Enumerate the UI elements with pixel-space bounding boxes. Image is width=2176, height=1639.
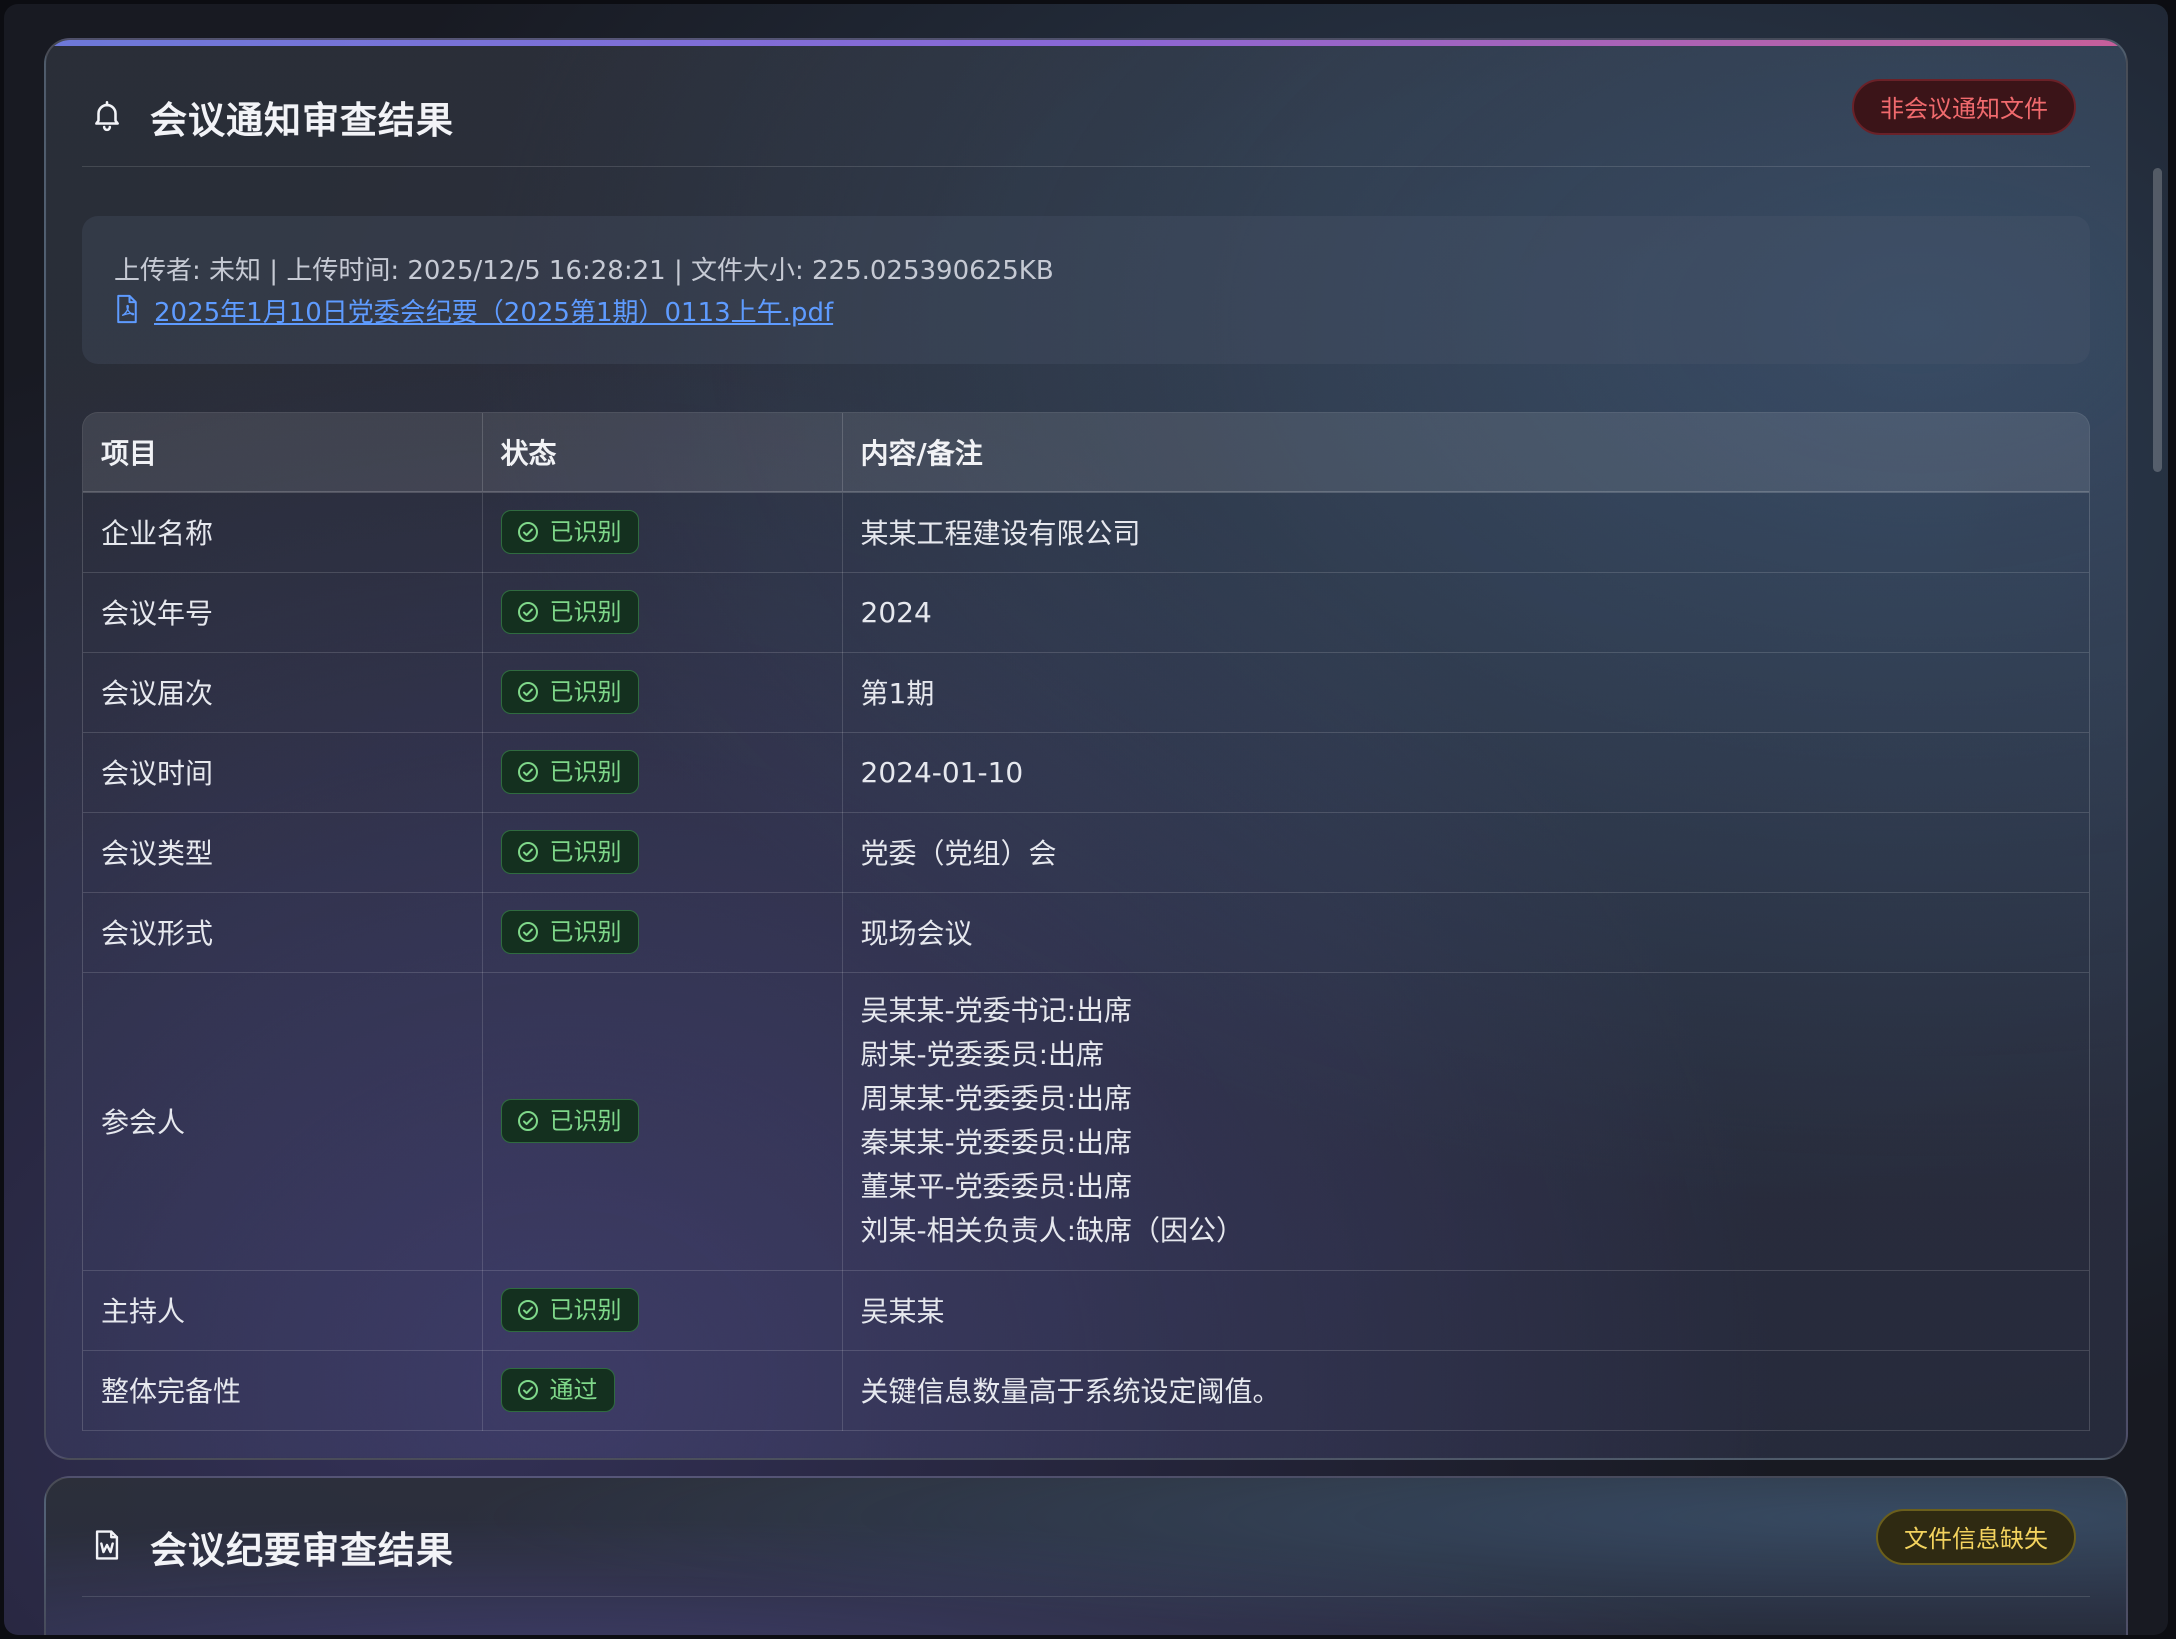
status-badge: 通过 [500,1368,615,1412]
notice-card-title: 会议通知审查结果 [150,99,454,142]
attendee-line: 刘某-相关负责人:缺席（因公） [860,1214,1245,1247]
non-notice-file-badge: 非会议通知文件 [1852,79,2076,135]
file-info-panel: 上传者: 未知 | 上传时间: 2025/12/5 16:28:21 | 文件大… [82,216,2090,364]
status-label: 已识别 [549,1296,622,1324]
notice-card-header: 会议通知审查结果 非会议通知文件 [82,78,2090,167]
item-cell: 参会人 [83,972,483,1271]
item-cell: 会议届次 [83,652,483,733]
column-header-content: 内容/备注 [842,413,2089,493]
minutes-review-card: 会议纪要审查结果 文件信息缺失 [44,1476,2128,1635]
status-label: 通过 [549,1376,598,1404]
attendee-line: 周某某-党委委员:出席 [860,1082,1133,1115]
content-cell: 2024 [842,572,2089,653]
status-badge: 已识别 [500,510,639,555]
status-label: 已识别 [549,598,622,626]
content-cell: 2024-01-10 [842,732,2089,813]
attendees-cell: 吴某某-党委书记:出席 尉某-党委委员:出席 周某某-党委委员:出席 秦某某-党… [842,972,2089,1271]
status-badge: 已识别 [500,830,639,874]
check-circle-icon [517,1111,538,1131]
attendee-line: 秦某某-党委委员:出席 [860,1126,1133,1159]
attendee-line: 董某平-党委委员:出席 [860,1170,1133,1203]
missing-file-info-badge: 文件信息缺失 [1876,1509,2076,1565]
status-label: 已识别 [549,678,622,706]
table-row: 主持人 已识别 吴某某 [83,1270,2089,1351]
status-cell: 已识别 [482,492,843,573]
content-cell: 现场会议 [842,892,2089,973]
check-circle-icon [517,522,538,543]
item-cell: 会议时间 [83,732,483,813]
status-cell: 通过 [482,1350,843,1431]
table-row: 会议届次 已识别 第1期 [83,652,2089,733]
pdf-file-icon [117,294,137,324]
check-circle-icon [517,922,538,942]
check-circle-icon [517,842,538,862]
review-table-wrapper: 项目 状态 内容/备注 企业名称 已识别 某某工程建设有限公司 会议年号 已识别… [82,412,2090,1431]
card-accent-bar [46,40,2126,46]
word-document-icon [95,1530,119,1560]
file-name-link[interactable]: 2025年1月10日党委会纪要（2025第1期）0113上午.pdf [154,292,833,329]
status-cell: 已识别 [482,892,843,973]
check-circle-icon [517,762,538,782]
content-cell: 吴某某 [842,1270,2089,1351]
content-cell: 第1期 [842,652,2089,733]
table-header-row: 项目 状态 内容/备注 [83,413,2089,493]
table-row: 会议类型 已识别 党委（党组）会 [83,812,2089,893]
item-cell: 主持人 [83,1270,483,1351]
status-cell: 已识别 [482,812,843,893]
content-cell: 关键信息数量高于系统设定阈值。 [842,1350,2089,1431]
status-badge: 已识别 [500,750,639,794]
item-cell: 会议年号 [83,572,483,653]
column-header-status: 状态 [482,413,843,493]
review-table: 项目 状态 内容/备注 企业名称 已识别 某某工程建设有限公司 会议年号 已识别… [83,413,2089,1431]
check-circle-icon [517,1380,538,1400]
attendee-line: 尉某-党委委员:出席 [860,1038,1105,1071]
check-circle-icon [517,682,538,702]
attendee-line: 吴某某-党委书记:出席 [860,994,1133,1027]
bell-icon [95,100,119,132]
status-label: 已识别 [549,838,622,866]
content-cell: 某某工程建设有限公司 [842,492,2089,573]
status-label: 已识别 [549,758,622,786]
item-cell: 会议类型 [83,812,483,893]
status-label: 已识别 [549,518,622,547]
status-badge: 已识别 [500,590,639,634]
check-circle-icon [517,602,538,622]
status-cell: 已识别 [482,972,843,1271]
file-meta-text: 上传者: 未知 | 上传时间: 2025/12/5 16:28:21 | 文件大… [114,256,1054,286]
content-cell: 党委（党组）会 [842,812,2089,893]
status-cell: 已识别 [482,732,843,813]
item-cell: 企业名称 [83,492,483,573]
column-header-item: 项目 [83,413,483,493]
status-badge: 已识别 [500,1288,639,1332]
status-badge: 已识别 [500,670,639,714]
status-cell: 已识别 [482,1270,843,1351]
table-row: 会议时间 已识别 2024-01-10 [83,732,2089,813]
notice-review-card: 会议通知审查结果 非会议通知文件 上传者: 未知 | 上传时间: 2025/12… [44,38,2128,1460]
table-row: 会议年号 已识别 2024 [83,572,2089,653]
vertical-scrollbar[interactable] [2153,168,2162,472]
check-circle-icon [517,1300,538,1320]
table-row-attendees: 参会人 已识别 吴某某-党委书记:出席 尉某-党委委员:出席 周某某-党委委员:… [83,972,2089,1271]
status-cell: 已识别 [482,572,843,653]
status-label: 已识别 [549,1107,622,1135]
item-cell: 整体完备性 [83,1350,483,1431]
item-cell: 会议形式 [83,892,483,973]
minutes-card-title: 会议纪要审查结果 [150,1529,454,1572]
status-label: 已识别 [549,918,622,946]
app-viewport: 会议通知审查结果 非会议通知文件 上传者: 未知 | 上传时间: 2025/12… [4,4,2168,1635]
status-cell: 已识别 [482,652,843,733]
minutes-card-header: 会议纪要审查结果 文件信息缺失 [82,1508,2090,1597]
table-row: 企业名称 已识别 某某工程建设有限公司 [83,492,2089,573]
table-row: 整体完备性 通过 关键信息数量高于系统设定阈值。 [83,1350,2089,1431]
table-row: 会议形式 已识别 现场会议 [83,892,2089,973]
status-badge: 已识别 [500,1099,639,1143]
status-badge: 已识别 [500,910,639,954]
